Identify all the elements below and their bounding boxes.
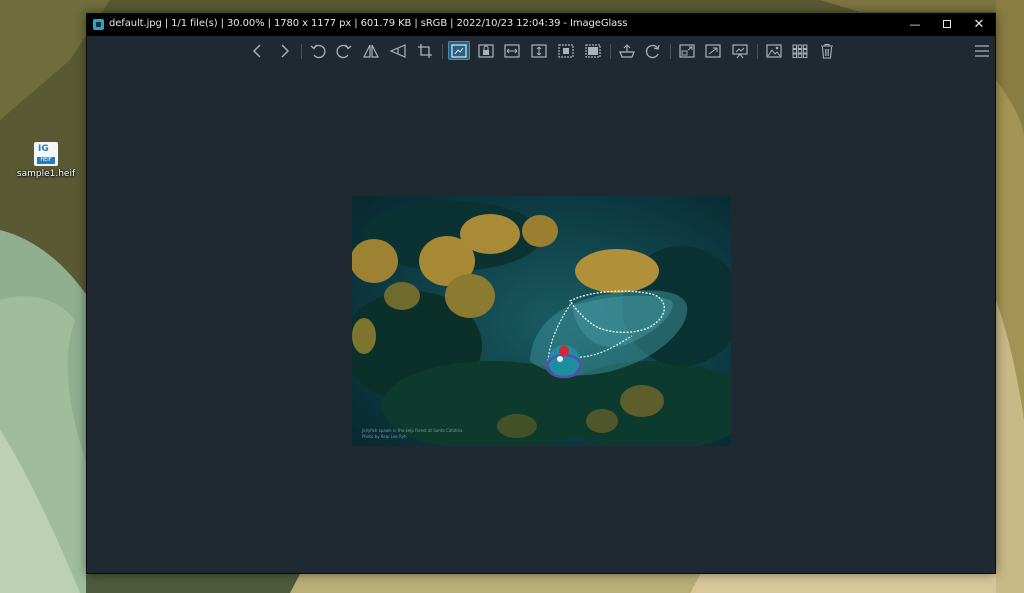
main-menu-icon: [975, 44, 989, 57]
minimize-icon: —: [909, 18, 921, 31]
watermark-line-2: Photo by Kelp Lee Ryh: [362, 434, 407, 439]
scale-to-fill-button[interactable]: [582, 41, 604, 60]
scale-to-width-icon: [504, 43, 520, 58]
photo-watermark: Jellyfish spawn in the kelp forest at Sa…: [362, 428, 462, 440]
desktop-file-icon[interactable]: IG HEIF sample1.heif: [16, 142, 76, 179]
maximize-icon: [943, 20, 951, 28]
gallery-icon: [792, 44, 808, 58]
flip-vertical-button[interactable]: [387, 41, 409, 60]
color-picker-button[interactable]: [616, 41, 638, 60]
fullscreen-button[interactable]: [702, 41, 724, 60]
prev-image-icon: [253, 44, 261, 57]
scale-to-height-button[interactable]: [528, 41, 550, 60]
maximize-button[interactable]: [931, 14, 963, 36]
toolbar-separator: [442, 44, 443, 59]
main-menu-button[interactable]: [971, 41, 993, 60]
image-viewer[interactable]: Jellyfish spawn in the kelp forest at Sa…: [87, 64, 995, 573]
displayed-image[interactable]: Jellyfish spawn in the kelp forest at Sa…: [352, 196, 731, 446]
toolbar-separator: [757, 44, 758, 59]
close-icon: ✕: [973, 17, 985, 32]
imageglass-app-icon: [93, 19, 104, 30]
scale-to-fit-button[interactable]: [555, 41, 577, 60]
flip-vertical-icon: [389, 43, 406, 58]
scale-to-height-icon: [531, 43, 547, 58]
rotate-left-button[interactable]: [307, 41, 329, 60]
toolbar-separator: [301, 44, 302, 59]
minimize-button[interactable]: —: [899, 14, 931, 36]
gallery-button[interactable]: [789, 41, 811, 60]
delete-button[interactable]: [816, 41, 838, 60]
window-fit-icon: [679, 43, 695, 58]
heif-file-icon-tag: HEIF: [37, 157, 55, 164]
prev-image-button[interactable]: [247, 41, 269, 60]
toolbar-separator: [670, 44, 671, 59]
flip-horizontal-button[interactable]: [360, 41, 382, 60]
fullscreen-icon: [705, 43, 721, 58]
auto-zoom-icon: [451, 43, 467, 58]
slideshow-button[interactable]: [729, 41, 751, 60]
set-wallpaper-icon: [766, 43, 782, 58]
next-image-icon: [281, 44, 289, 57]
title-bar[interactable]: default.jpg | 1/1 file(s) | 30.00% | 178…: [87, 14, 995, 36]
underwater-kelp-photo: [352, 196, 731, 446]
rotate-right-button[interactable]: [333, 41, 355, 60]
lock-zoom-button[interactable]: [475, 41, 497, 60]
refresh-icon: [645, 44, 660, 58]
slideshow-icon: [732, 43, 748, 58]
desktop-file-label: sample1.heif: [16, 169, 76, 179]
next-image-button[interactable]: [273, 41, 295, 60]
refresh-button[interactable]: [642, 41, 664, 60]
flip-horizontal-icon: [363, 44, 379, 58]
scale-to-width-button[interactable]: [501, 41, 523, 60]
rotate-left-icon: [310, 44, 326, 58]
scale-to-fill-icon: [585, 43, 601, 58]
toolbar: [87, 36, 995, 64]
close-button[interactable]: ✕: [963, 14, 995, 36]
color-picker-icon: [619, 43, 635, 58]
heif-file-icon: IG HEIF: [34, 142, 58, 166]
window-title: default.jpg | 1/1 file(s) | 30.00% | 178…: [109, 18, 628, 29]
scale-to-fit-icon: [558, 43, 574, 58]
lock-zoom-icon: [478, 43, 494, 58]
heif-file-icon-mark: IG: [38, 144, 49, 154]
delete-icon: [821, 43, 833, 59]
rotate-right-icon: [336, 44, 352, 58]
crop-button[interactable]: [414, 41, 436, 60]
auto-zoom-button[interactable]: [448, 41, 470, 60]
imageglass-window: default.jpg | 1/1 file(s) | 30.00% | 178…: [86, 13, 996, 574]
set-wallpaper-button[interactable]: [763, 41, 785, 60]
toolbar-separator: [610, 44, 611, 59]
window-fit-button[interactable]: [676, 41, 698, 60]
crop-icon: [418, 43, 432, 58]
